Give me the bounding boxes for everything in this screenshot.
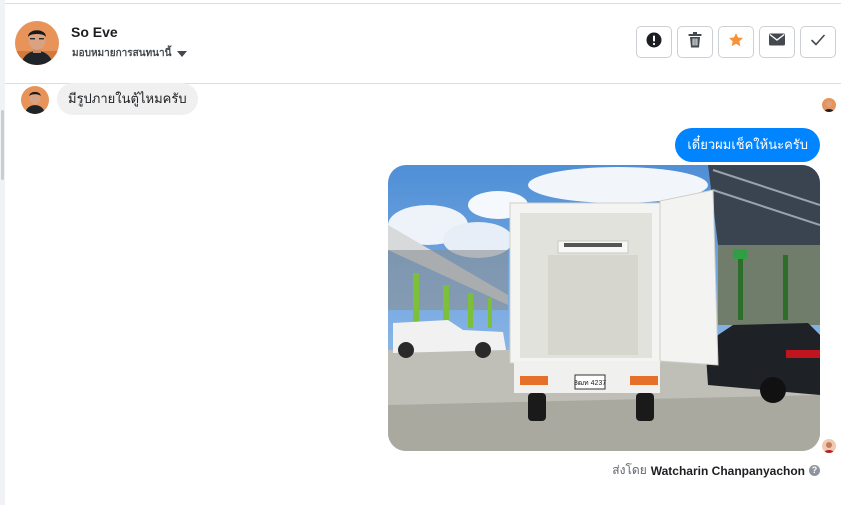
sent-by-name[interactable]: Watcharin Chanpanyachon <box>651 464 805 478</box>
header-actions <box>636 26 836 58</box>
mark-spam-button[interactable] <box>636 26 672 58</box>
seen-avatar-2 <box>822 439 836 453</box>
truck-photo[interactable]: 3ฒท 4237 <box>388 165 820 451</box>
incoming-message[interactable]: มีรูปภายในตู้ไหมครับ <box>57 83 198 115</box>
mark-done-button[interactable] <box>800 26 836 58</box>
mark-unread-button[interactable] <box>759 26 795 58</box>
alert-icon <box>646 32 662 53</box>
scrollbar-thumb[interactable] <box>1 110 4 180</box>
sent-by-line: ส่งโดย Watcharin Chanpanyachon ? <box>612 461 820 480</box>
delete-button[interactable] <box>677 26 713 58</box>
sent-by-prefix: ส่งโดย <box>612 463 647 477</box>
seen-avatar <box>822 98 836 112</box>
help-icon[interactable]: ? <box>809 465 820 476</box>
caret-down-icon <box>177 50 188 57</box>
contact-name: So Eve <box>71 24 118 40</box>
assign-conversation-dropdown[interactable]: มอบหมายการสนทนานี้ <box>72 46 188 61</box>
trash-icon <box>688 31 702 53</box>
assign-label: มอบหมายการสนทนานี้ <box>72 48 172 59</box>
mail-icon <box>769 33 785 51</box>
license-plate-text: 3ฒท 4237 <box>574 380 606 387</box>
check-icon <box>811 33 825 51</box>
contact-avatar[interactable] <box>15 21 59 65</box>
sender-avatar[interactable] <box>21 86 49 114</box>
star-button[interactable] <box>718 26 754 58</box>
conversation-header: So Eve มอบหมายการสนทนานี้ <box>5 4 841 84</box>
star-icon <box>728 32 744 53</box>
outgoing-message[interactable]: เดี๋ยวผมเช็คให้นะครับ <box>675 128 820 162</box>
